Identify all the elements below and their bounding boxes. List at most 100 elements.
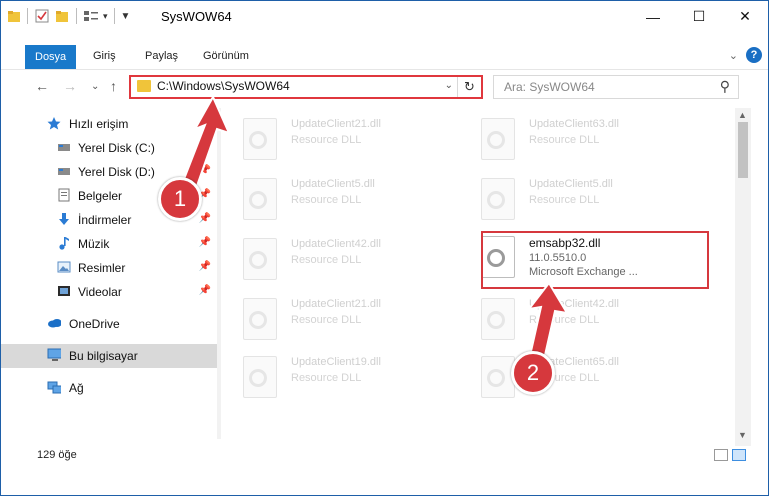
pin-icon[interactable]: 📌 [199,285,211,296]
file-tile[interactable]: UpdateClient65.dll Resource DLL [461,352,691,402]
ribbon: Dosya Giriş Paylaş Görünüm ⌄ ? [1,33,768,70]
dll-file-icon [481,298,515,340]
search-placeholder[interactable]: Ara: SysWOW64 [504,80,595,94]
title-bar: ▾ ▼ SysWOW64 — ☐ ✕ [1,1,768,33]
pictures-icon [57,261,71,273]
item-count: 129 öğe [37,449,77,461]
search-icon[interactable]: ⚲ [720,78,730,95]
sidebar-item-pictures[interactable]: Resimler 📌 [1,256,217,280]
file-name: UpdateClient21.dll [291,118,381,130]
tab-home[interactable]: Giriş [83,44,126,68]
sidebar-item-this-pc[interactable]: Bu bilgisayar [1,344,217,368]
download-icon [59,213,69,225]
tab-file[interactable]: Dosya [25,45,77,69]
refresh-icon[interactable]: ↻ [457,77,481,97]
star-icon [47,117,61,130]
file-list-scrollbar[interactable]: ▲ ▼ [735,108,751,446]
sidebar-item-videos[interactable]: Videolar 📌 [1,280,217,304]
minimize-button[interactable]: — [630,1,676,32]
forward-arrow-icon[interactable]: → [63,78,77,94]
expand-ribbon-icon[interactable]: ⌄ [729,49,738,62]
customize-toolbar-chevron-icon[interactable]: ▾ [103,11,108,22]
navigation-pane: Hızlı erişim Yerel Disk (C:) 📌 Yerel Dis… [1,108,221,439]
new-folder-icon[interactable] [54,8,70,24]
scrollbar-thumb[interactable] [738,122,748,178]
up-arrow-icon[interactable]: ↑ [110,78,117,94]
help-icon[interactable]: ? [746,47,762,63]
pin-icon[interactable]: 📌 [199,261,211,272]
folder-icon [8,11,20,22]
dll-file-icon [243,238,277,280]
caption-buttons: — ☐ ✕ [630,1,768,32]
file-type: Resource DLL [291,372,362,384]
back-arrow-icon[interactable]: ← [35,78,49,94]
videos-icon [58,286,70,296]
sidebar-item-label: Bu bilgisayar [69,349,138,363]
divider [113,8,115,24]
computer-icon [47,348,61,361]
pin-icon[interactable]: 📌 [199,237,211,248]
sidebar-item-quick-access[interactable]: Hızlı erişim [1,112,217,136]
file-tile[interactable]: UpdateClient42.dll Resource DLL [461,294,691,344]
file-tile[interactable]: UpdateClient5.dll Resource DLL [461,174,691,224]
sidebar-item-label: Videolar [78,285,122,299]
search-box[interactable]: Ara: SysWOW64 ⚲ [493,75,739,99]
pin-icon[interactable]: 📌 [199,213,211,224]
customize-toolbar-arrow-icon[interactable]: ▼ [121,11,131,22]
maximize-button[interactable]: ☐ [676,1,722,32]
step-badge-1: 1 [158,177,202,221]
view-menu-icon[interactable] [83,8,99,24]
sidebar-item-label: Belgeler [78,189,123,203]
file-tile[interactable]: UpdateClient21.dll Resource DLL [223,294,453,344]
pin-icon[interactable]: 📌 [199,165,211,176]
pin-icon[interactable]: 📌 [199,141,211,152]
file-type: Resource DLL [291,134,362,146]
quick-access-toolbar: ▾ ▼ [7,8,130,24]
properties-icon[interactable] [34,8,50,24]
file-name: UpdateClient21.dll [291,298,381,310]
tab-view[interactable]: Görünüm [193,44,259,68]
file-name: UpdateClient42.dll [529,298,619,310]
file-type: Resource DLL [291,314,362,326]
scroll-up-icon[interactable]: ▲ [738,110,747,120]
tiles-view-icon[interactable] [732,449,746,461]
file-tile[interactable]: UpdateClient42.dll Resource DLL [223,234,453,284]
tab-share[interactable]: Paylaş [135,44,188,68]
dll-file-icon [481,118,515,160]
recent-locations-chevron-icon[interactable]: ⌄ [91,81,99,92]
file-tile[interactable]: UpdateClient21.dll Resource DLL [223,114,453,164]
file-tile[interactable]: UpdateClient5.dll Resource DLL [223,174,453,224]
file-type: Resource DLL [529,314,600,326]
ribbon-controls: ⌄ ? [729,47,762,63]
step-badge-2: 2 [511,351,555,395]
sidebar-item-label: İndirmeler [78,213,132,227]
dll-file-icon [481,178,515,220]
window-title: SysWOW64 [161,9,232,24]
scroll-down-icon[interactable]: ▼ [738,430,747,440]
drive-icon [58,144,70,151]
file-tile[interactable]: UpdateClient19.dll Resource DLL [223,352,453,402]
sidebar-item-label: OneDrive [69,317,120,331]
address-path[interactable]: C:\Windows\SysWOW64 [157,79,290,93]
close-button[interactable]: ✕ [722,1,768,32]
file-name: UpdateClient42.dll [291,238,381,250]
status-bar: 129 öğe [1,446,768,466]
address-history-chevron-icon[interactable]: ⌄ [445,80,453,91]
cloud-icon [48,319,61,328]
highlight-box [481,231,709,289]
network-icon [47,381,61,394]
sidebar-item-label: Yerel Disk (C:) [78,141,155,155]
sidebar-item-onedrive[interactable]: OneDrive [1,312,217,336]
navigation-pane-scrollbar[interactable] [217,108,221,439]
file-type: Resource DLL [291,254,362,266]
sidebar-item-drive-c[interactable]: Yerel Disk (C:) 📌 [1,136,217,160]
file-explorer-window: ▾ ▼ SysWOW64 — ☐ ✕ Dosya Giriş Paylaş Gö… [0,0,769,496]
file-name: UpdateClient19.dll [291,356,381,368]
sidebar-item-music[interactable]: Müzik 📌 [1,232,217,256]
address-bar[interactable]: C:\Windows\SysWOW64 ⌄ ↻ [129,75,483,99]
details-view-icon[interactable] [714,449,728,461]
file-tile[interactable]: UpdateClient63.dll Resource DLL [461,114,691,164]
folder-icon [137,80,151,92]
sidebar-item-network[interactable]: Ağ [1,376,217,400]
view-switcher [714,449,746,461]
